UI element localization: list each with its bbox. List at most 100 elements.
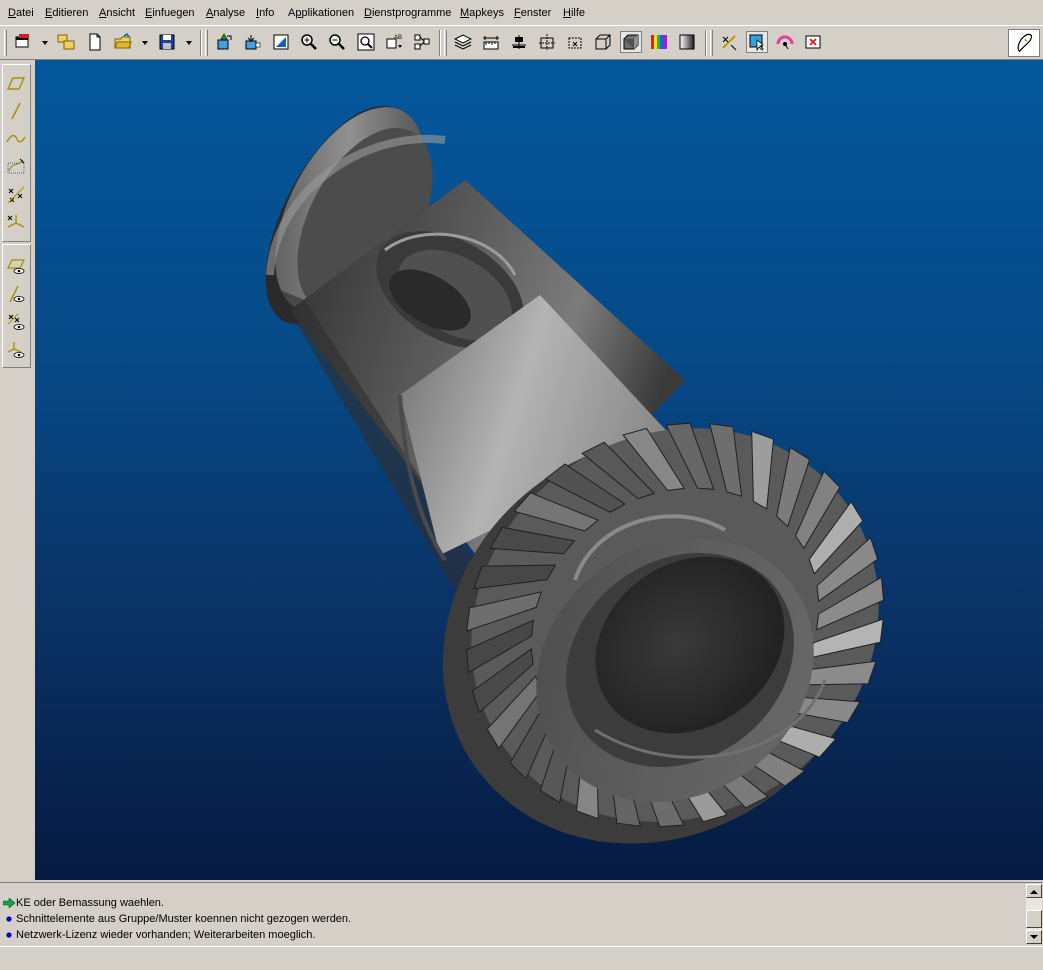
toolbar-grip[interactable]: [4, 30, 7, 56]
open-folder-button[interactable]: [112, 31, 134, 53]
sketch-tool-button[interactable]: [718, 31, 740, 53]
menu-dienstprogramme[interactable]: Dienstprogramme: [364, 6, 451, 20]
color-appearance-button[interactable]: [648, 31, 670, 53]
toolbar-grip[interactable]: [205, 30, 208, 56]
green-arrow-icon: [3, 897, 15, 909]
message-line: Schnittelemente aus Gruppe/Muster koenne…: [3, 912, 351, 926]
scroll-up-button[interactable]: [1026, 884, 1042, 898]
menu-ansicht[interactable]: Ansicht: [99, 6, 135, 20]
menu-analyse[interactable]: Analyse: [206, 6, 245, 20]
select-tool-button[interactable]: [746, 31, 768, 53]
chevron-down-icon: [1030, 934, 1038, 939]
model-tree-icon: [245, 35, 261, 50]
save-button[interactable]: [156, 31, 178, 53]
blue-dot-icon: [3, 929, 15, 941]
toolbar-separator: [705, 30, 707, 56]
main-toolbar: AB: [0, 25, 1043, 60]
message-scrollbar[interactable]: [1026, 884, 1042, 944]
context-help-button[interactable]: [1008, 29, 1040, 57]
shading-button[interactable]: [620, 31, 642, 53]
datum-plane-tool-icon: [6, 77, 26, 90]
datum-point-tool-icon: [7, 186, 25, 204]
saved-views-icon: [414, 34, 430, 50]
fit-view-button[interactable]: [355, 31, 377, 53]
create-point-on-the-fly-button[interactable]: [5, 311, 27, 333]
message-text: Netzwerk-Lizenz wieder vorhanden; Weiter…: [16, 929, 316, 941]
regenerate-button[interactable]: [213, 31, 235, 53]
zoom-in-button[interactable]: [298, 31, 320, 53]
message-area: KE oder Bemassung waehlen. Schnittelemen…: [0, 882, 1043, 945]
datum-point-tool-button[interactable]: [5, 184, 27, 206]
floppy-disk-icon: [159, 34, 175, 50]
dimension-icon: [483, 36, 499, 50]
regenerate-icon: [217, 33, 232, 50]
svg-text:AB: AB: [394, 35, 402, 41]
window-icon: [15, 34, 29, 48]
create-csys-on-the-fly-button[interactable]: [5, 339, 27, 361]
menu-datei[interactable]: Datei: [8, 6, 34, 20]
message-line: Netzwerk-Lizenz wieder vorhanden; Weiter…: [3, 928, 315, 942]
repaint-button[interactable]: [270, 31, 292, 53]
toolbar-separator: [200, 30, 202, 56]
sketched-datum-curve-button[interactable]: [5, 156, 27, 178]
datum-planes-button[interactable]: [508, 31, 530, 53]
toolbar-grip[interactable]: [710, 30, 713, 56]
menu-bar: Datei Editieren Ansicht Einfuegen Analys…: [0, 0, 1043, 24]
chevron-down-icon[interactable]: [141, 39, 149, 47]
chevron-down-icon[interactable]: [41, 39, 49, 47]
bevel-gear-shaft-model: [265, 105, 885, 844]
datum-axis-tool-button[interactable]: [5, 100, 27, 122]
datum-plane-icon: [512, 35, 526, 49]
graphics-viewport[interactable]: [35, 60, 1043, 880]
orient-button[interactable]: AB: [383, 31, 405, 53]
zoom-out-button[interactable]: [326, 31, 348, 53]
open-button[interactable]: [55, 31, 77, 53]
blue-dot-icon: [3, 913, 15, 925]
select-cursor-icon: [749, 34, 764, 51]
datum-curve-tool-button[interactable]: [5, 128, 27, 150]
axis-eye-icon: [9, 285, 25, 303]
message-text: KE oder Bemassung waehlen.: [16, 897, 164, 909]
new-window-button[interactable]: [12, 31, 34, 53]
zoom-out-icon: [329, 34, 345, 50]
chevron-down-icon[interactable]: [185, 39, 193, 47]
menu-mapkeys[interactable]: Mapkeys: [460, 6, 504, 20]
close-window-button[interactable]: [802, 31, 824, 53]
menu-hilfe[interactable]: Hilfe: [563, 6, 585, 20]
datum-toolbar: [0, 60, 33, 880]
repaint-icon: [273, 34, 289, 50]
saved-views-button[interactable]: [411, 31, 433, 53]
wireframe-button[interactable]: [592, 31, 614, 53]
create-axis-on-the-fly-button[interactable]: [5, 283, 27, 305]
model-display-button[interactable]: [676, 31, 698, 53]
toolbar-grip[interactable]: [444, 30, 447, 56]
sketched-curve-icon: [7, 158, 25, 174]
datum-axes-button[interactable]: [536, 31, 558, 53]
menu-fenster[interactable]: Fenster: [514, 6, 551, 20]
datum-plane-tool-button[interactable]: [5, 72, 27, 94]
shaded-cube-icon: [623, 34, 639, 50]
pen-icon: [1017, 33, 1033, 53]
scroll-thumb[interactable]: [1026, 910, 1042, 928]
model-tree-button[interactable]: [241, 31, 263, 53]
layers-button[interactable]: [452, 31, 474, 53]
coordinate-system-tool-button[interactable]: [5, 212, 27, 234]
menu-applikationen[interactable]: Applikationen: [288, 6, 354, 20]
chevron-up-icon: [1030, 889, 1038, 894]
close-icon: [805, 35, 821, 49]
scroll-down-button[interactable]: [1026, 930, 1042, 944]
create-plane-on-the-fly-button[interactable]: [5, 255, 27, 277]
csys-eye-icon: [7, 342, 25, 358]
menu-editieren[interactable]: Editieren: [45, 6, 88, 20]
layers-icon: [454, 34, 472, 50]
datum-points-button[interactable]: [564, 31, 586, 53]
spin-center-icon: [776, 35, 794, 50]
dimension-display-button[interactable]: [480, 31, 502, 53]
menu-info[interactable]: Info: [256, 6, 274, 20]
new-file-button[interactable]: [84, 31, 106, 53]
fit-view-icon: [357, 33, 375, 51]
menu-einfuegen[interactable]: Einfuegen: [145, 6, 195, 20]
sketch-tool-icon: [722, 35, 737, 51]
spin-center-button[interactable]: [774, 31, 796, 53]
point-eye-icon: [7, 313, 25, 330]
